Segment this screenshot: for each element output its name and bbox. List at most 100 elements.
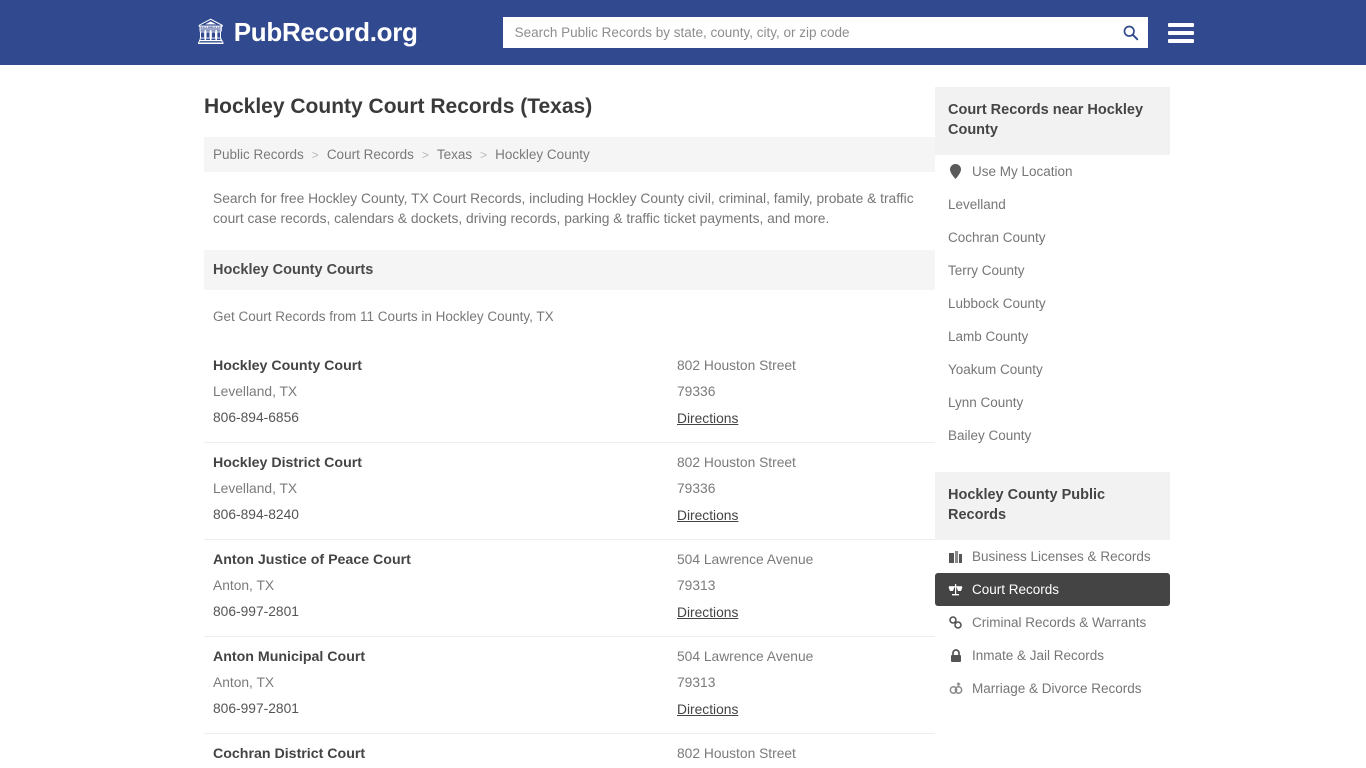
sidebar-item-label: Business Licenses & Records (972, 549, 1151, 564)
page-title: Hockley County Court Records (Texas) (204, 95, 935, 119)
sidebar-item-cochran-county[interactable]: Cochran County (935, 221, 1170, 254)
hamburger-bar (1168, 23, 1194, 27)
breadcrumb-separator-icon: > (312, 148, 319, 162)
directions-link[interactable]: Directions (677, 702, 738, 717)
court-address-block: 504 Lawrence Avenue 79313 Directions (677, 552, 935, 622)
sidebar-item-label: Lubbock County (948, 296, 1046, 311)
court-name: Anton Justice of Peace Court (213, 552, 677, 568)
brand-name: PubRecord.org (234, 17, 418, 48)
main-content: Hockley County Court Records (Texas) Pub… (204, 87, 935, 768)
sidebar-item-label: Levelland (948, 197, 1006, 212)
court-name: Hockley County Court (213, 358, 677, 374)
scales-of-justice-icon (948, 583, 963, 596)
directions-link[interactable]: Directions (677, 605, 738, 620)
court-zip: 79313 (677, 578, 935, 593)
court-list-item[interactable]: Anton Municipal Court Anton, TX 806-997-… (204, 636, 935, 733)
page-body: Hockley County Court Records (Texas) Pub… (0, 65, 1366, 768)
court-phone[interactable]: 806-894-6856 (213, 410, 677, 425)
sidebar-nearby-list: Use My Location Levelland Cochran County… (935, 155, 1170, 452)
breadcrumb-item-hockley-county[interactable]: Hockley County (495, 147, 590, 162)
hamburger-bar (1168, 39, 1194, 43)
court-zip: 79336 (677, 481, 935, 496)
sidebar-item-label: Bailey County (948, 428, 1031, 443)
directions-link[interactable]: Directions (677, 411, 738, 426)
court-phone[interactable]: 806-997-2801 (213, 701, 677, 716)
sidebar-item-terry-county[interactable]: Terry County (935, 254, 1170, 287)
page-intro-text: Search for free Hockley County, TX Court… (213, 189, 931, 230)
court-address-block: 802 Houston Street 79336 Directions (677, 746, 935, 768)
sidebar-item-business-licenses[interactable]: Business Licenses & Records (935, 540, 1170, 573)
sidebar-item-inmate-jail-records[interactable]: Inmate & Jail Records (935, 639, 1170, 672)
breadcrumb-item-texas[interactable]: Texas (437, 147, 472, 162)
court-city: Levelland, TX (213, 481, 677, 496)
court-list-item[interactable]: Anton Justice of Peace Court Anton, TX 8… (204, 539, 935, 636)
breadcrumb-item-court-records[interactable]: Court Records (327, 147, 414, 162)
bank-icon: 🏛 (195, 20, 227, 45)
court-street-address: 802 Houston Street (677, 358, 935, 373)
sidebar-item-label: Use My Location (972, 164, 1073, 179)
brand-logo-link[interactable]: 🏛 PubRecord.org (195, 17, 418, 48)
sidebar-item-use-my-location[interactable]: Use My Location (935, 155, 1170, 188)
site-header: 🏛 PubRecord.org (0, 0, 1366, 65)
court-zip: 79336 (677, 384, 935, 399)
sidebar-item-marriage-divorce-records[interactable]: Marriage & Divorce Records (935, 672, 1170, 705)
lock-icon (948, 649, 963, 662)
court-name: Cochran District Court (213, 746, 677, 762)
sidebar-item-label: Court Records (972, 582, 1059, 597)
sidebar: Court Records near Hockley County Use My… (935, 87, 1170, 768)
court-list-item[interactable]: Hockley County Court Levelland, TX 806-8… (204, 346, 935, 442)
sidebar-item-yoakum-county[interactable]: Yoakum County (935, 353, 1170, 386)
court-name: Anton Municipal Court (213, 649, 677, 665)
rings-icon (948, 682, 963, 695)
map-pin-icon (948, 164, 963, 179)
court-list: Hockley County Court Levelland, TX 806-8… (204, 346, 935, 768)
court-name: Hockley District Court (213, 455, 677, 471)
sidebar-item-label: Yoakum County (948, 362, 1043, 377)
court-zip: 79313 (677, 675, 935, 690)
court-address-block: 504 Lawrence Avenue 79313 Directions (677, 649, 935, 719)
court-phone[interactable]: 806-997-2801 (213, 604, 677, 619)
search-container (503, 17, 1148, 48)
court-street-address: 802 Houston Street (677, 746, 935, 761)
sidebar-item-label: Criminal Records & Warrants (972, 615, 1146, 630)
sidebar-header-nearby: Court Records near Hockley County (935, 87, 1170, 155)
sidebar-item-label: Marriage & Divorce Records (972, 681, 1142, 696)
court-street-address: 504 Lawrence Avenue (677, 649, 935, 664)
sidebar-header-public-records: Hockley County Public Records (935, 472, 1170, 540)
sidebar-item-label: Lamb County (948, 329, 1028, 344)
sidebar-item-bailey-county[interactable]: Bailey County (935, 419, 1170, 452)
sidebar-item-lubbock-county[interactable]: Lubbock County (935, 287, 1170, 320)
briefcase-icon (948, 551, 963, 563)
court-street-address: 504 Lawrence Avenue (677, 552, 935, 567)
sidebar-item-court-records[interactable]: Court Records (935, 573, 1170, 606)
court-list-item[interactable]: Hockley District Court Levelland, TX 806… (204, 442, 935, 539)
sidebar-item-label: Inmate & Jail Records (972, 648, 1104, 663)
hamburger-menu-icon[interactable] (1168, 23, 1194, 43)
sidebar-item-lamb-county[interactable]: Lamb County (935, 320, 1170, 353)
breadcrumb-item-public-records[interactable]: Public Records (213, 147, 304, 162)
court-info: Anton Municipal Court Anton, TX 806-997-… (213, 649, 677, 719)
court-info: Anton Justice of Peace Court Anton, TX 8… (213, 552, 677, 622)
sidebar-item-lynn-county[interactable]: Lynn County (935, 386, 1170, 419)
directions-link[interactable]: Directions (677, 508, 738, 523)
court-city: Anton, TX (213, 578, 677, 593)
hamburger-bar (1168, 31, 1194, 35)
court-info: Hockley County Court Levelland, TX 806-8… (213, 358, 677, 428)
sidebar-records-list: Business Licenses & Records Court Record… (935, 540, 1170, 705)
search-input[interactable] (503, 17, 1148, 48)
court-info: Cochran District Court Levelland, TX 806… (213, 746, 677, 768)
sidebar-item-label: Cochran County (948, 230, 1046, 245)
court-phone[interactable]: 806-894-8240 (213, 507, 677, 522)
court-address-block: 802 Houston Street 79336 Directions (677, 455, 935, 525)
sidebar-item-criminal-records[interactable]: Criminal Records & Warrants (935, 606, 1170, 639)
breadcrumb-separator-icon: > (480, 148, 487, 162)
sidebar-item-label: Lynn County (948, 395, 1023, 410)
section-header-courts: Hockley County Courts (204, 250, 935, 290)
court-address-block: 802 Houston Street 79336 Directions (677, 358, 935, 428)
court-list-item[interactable]: Cochran District Court Levelland, TX 806… (204, 733, 935, 768)
sidebar-item-levelland[interactable]: Levelland (935, 188, 1170, 221)
court-street-address: 802 Houston Street (677, 455, 935, 470)
search-button[interactable] (1118, 20, 1144, 45)
handcuffs-icon (948, 616, 963, 629)
section-subtitle-count: Get Court Records from 11 Courts in Hock… (213, 309, 935, 324)
